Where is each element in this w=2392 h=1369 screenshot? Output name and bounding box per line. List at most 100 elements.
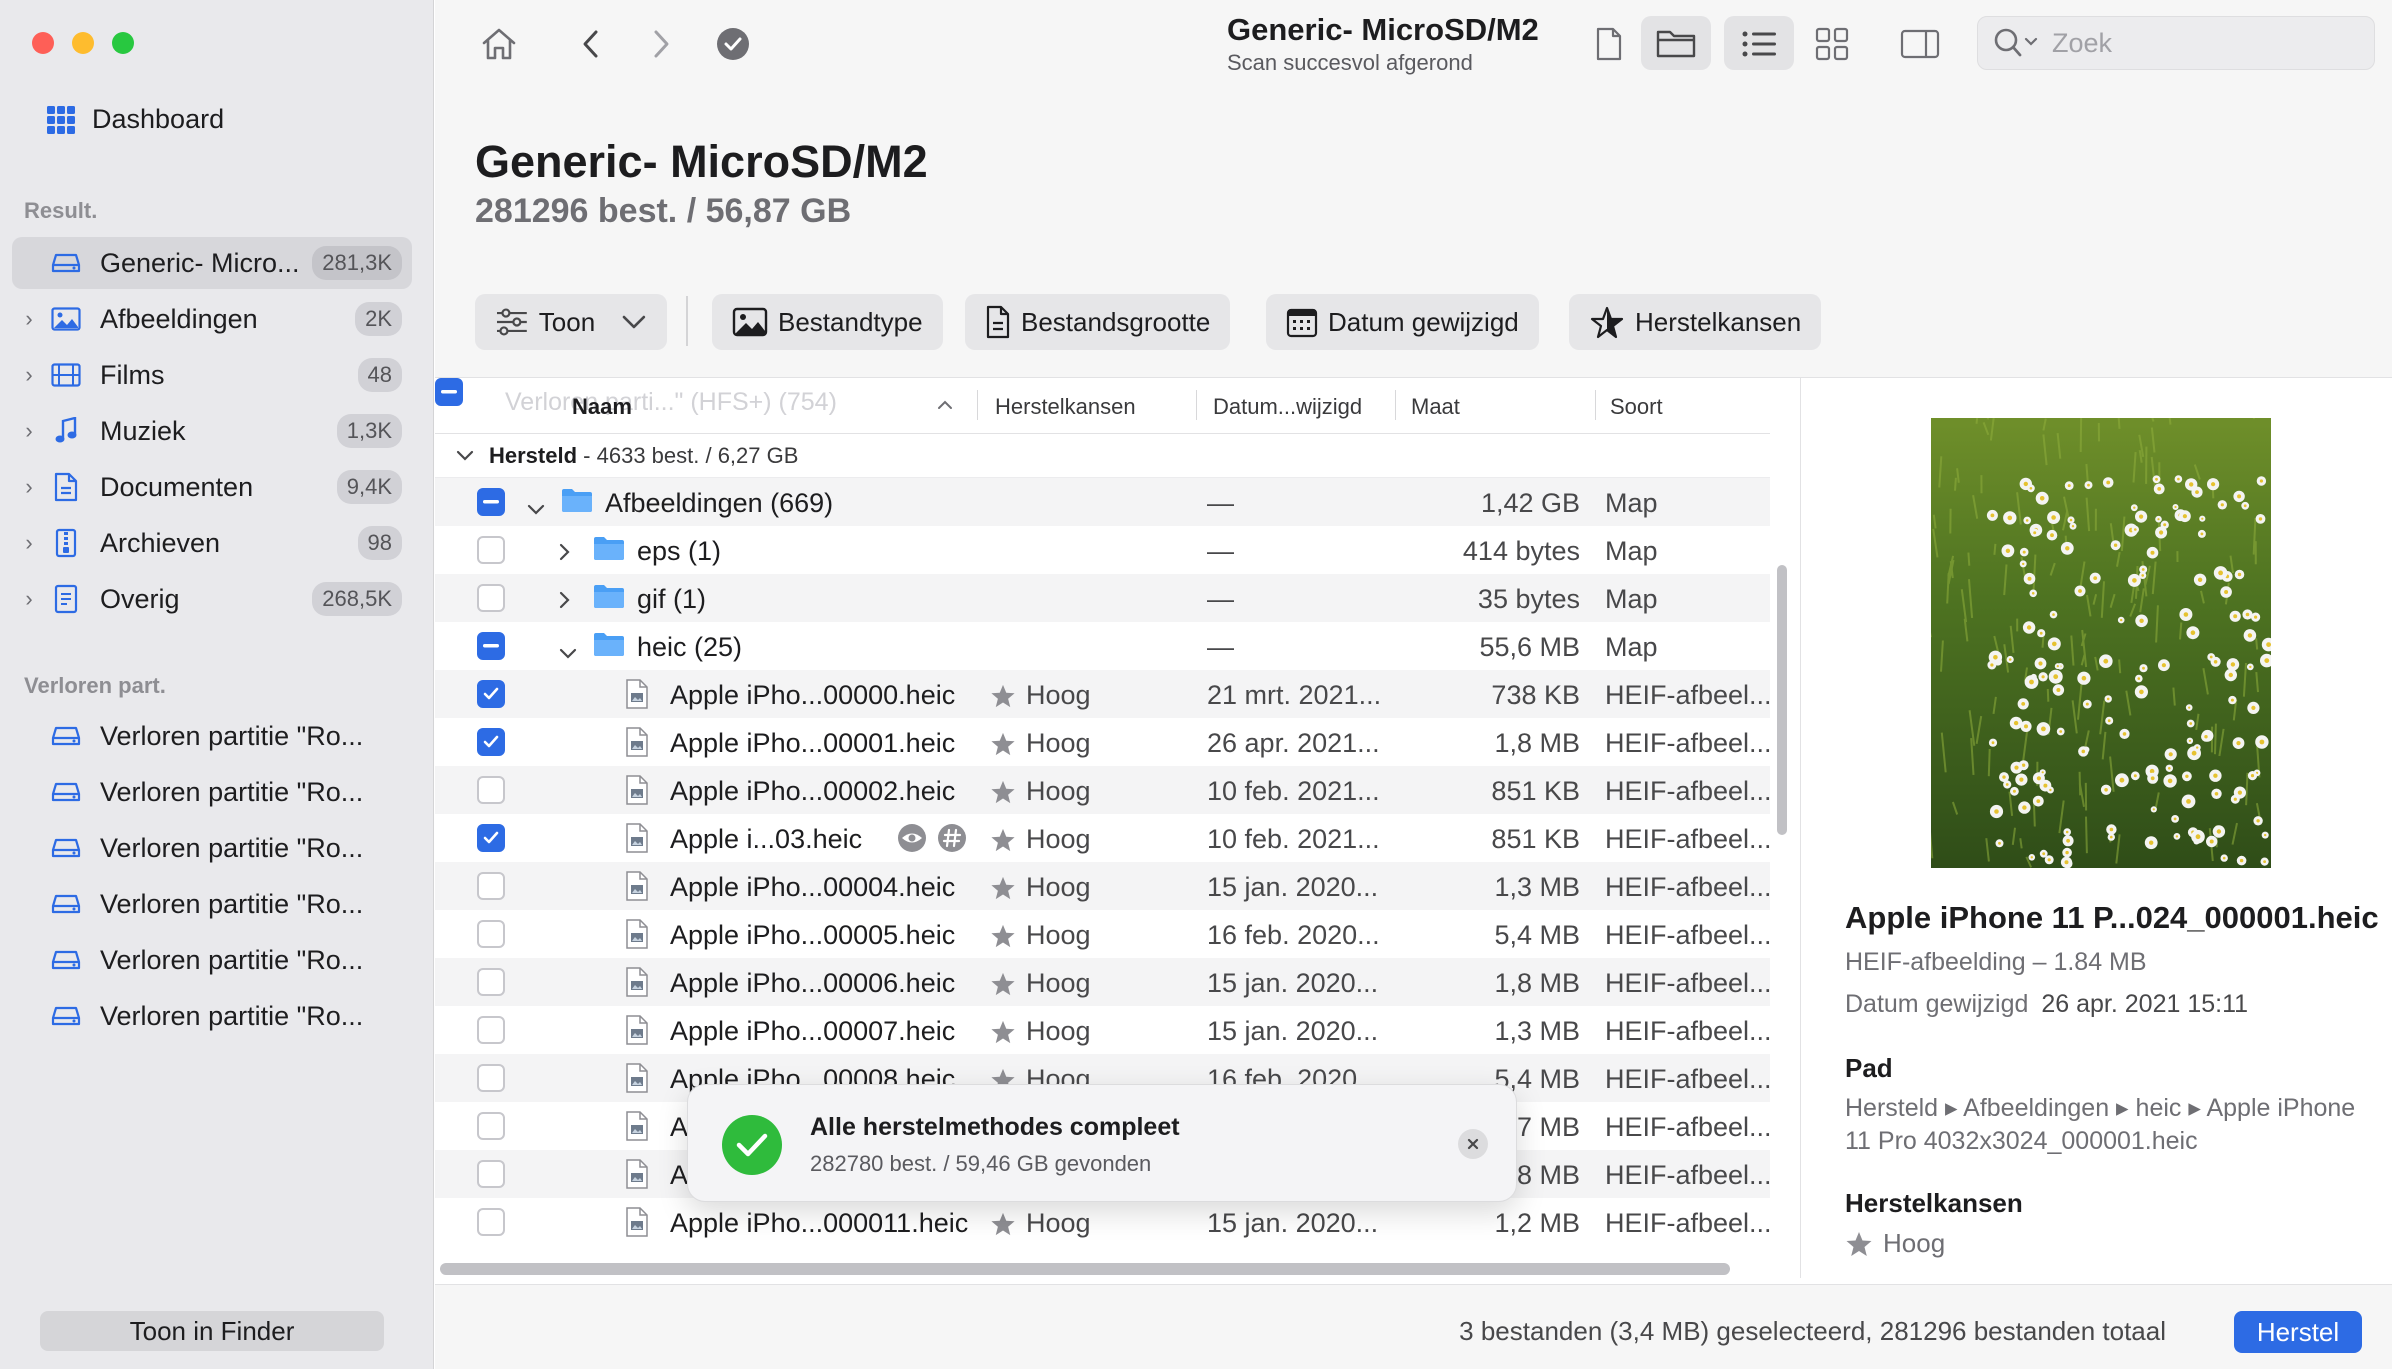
file-row[interactable]: Apple iPho...00006.heic Hoog 15 jan. 2020.… bbox=[435, 958, 1770, 1006]
list-view-button[interactable] bbox=[1724, 16, 1794, 70]
row-checkbox[interactable] bbox=[477, 968, 505, 996]
column-date[interactable]: Datum...wijzigd bbox=[1213, 394, 1362, 420]
sidebar-item-result[interactable]: › Documenten 9,4K bbox=[12, 461, 412, 513]
chevron-down-icon[interactable] bbox=[527, 496, 545, 522]
chevron-right-icon[interactable]: › bbox=[12, 362, 46, 388]
home-button[interactable] bbox=[477, 22, 521, 66]
forward-button[interactable] bbox=[641, 22, 681, 66]
chevron-down-icon[interactable] bbox=[455, 449, 475, 463]
show-filter-button[interactable]: Toon bbox=[475, 294, 667, 350]
sidebar-item-result[interactable]: › Films 48 bbox=[12, 349, 412, 401]
sidebar-item-lost-partition[interactable]: Verloren partitie "Ro... bbox=[12, 822, 412, 874]
date-filter-button[interactable]: Datum gewijzigd bbox=[1266, 294, 1539, 350]
toggle-preview-button[interactable] bbox=[1895, 22, 1945, 66]
column-divider[interactable] bbox=[1395, 390, 1396, 420]
row-checkbox[interactable] bbox=[477, 1016, 505, 1044]
row-checkbox[interactable] bbox=[477, 632, 505, 660]
search-placeholder: Zoek bbox=[2052, 27, 2113, 58]
zoom-window-button[interactable] bbox=[112, 32, 134, 54]
hashtag-icon[interactable] bbox=[937, 823, 967, 853]
row-date: 15 jan. 2020... bbox=[1207, 1208, 1379, 1238]
column-divider[interactable] bbox=[1595, 390, 1596, 420]
file-row[interactable]: Apple iPho...00001.heic Hoog 26 apr. 2021.… bbox=[435, 718, 1770, 766]
row-checkbox[interactable] bbox=[477, 1160, 505, 1188]
horizontal-scrollbar[interactable] bbox=[440, 1263, 1730, 1275]
file-view-button[interactable] bbox=[1585, 22, 1633, 66]
vertical-scrollbar[interactable] bbox=[1777, 565, 1787, 835]
row-checkbox[interactable] bbox=[477, 824, 505, 852]
heic-file-icon bbox=[625, 967, 649, 1004]
folder-row[interactable]: gif (1) — 35 bytes Map bbox=[435, 574, 1770, 622]
row-date: 21 mrt. 2021... bbox=[1207, 680, 1382, 710]
row-checkbox[interactable] bbox=[477, 1208, 505, 1236]
filesize-filter-button[interactable]: Bestandsgrootte bbox=[965, 294, 1231, 350]
notification-close-button[interactable] bbox=[1458, 1129, 1488, 1159]
row-checkbox[interactable] bbox=[477, 1064, 505, 1092]
chevron-right-icon[interactable] bbox=[559, 589, 571, 615]
sidebar-item-result[interactable]: › Muziek 1,3K bbox=[12, 405, 412, 457]
row-chances: Hoog bbox=[990, 1208, 1091, 1239]
sidebar-item-result[interactable]: › Archieven 98 bbox=[12, 517, 412, 569]
group-row-hersteld[interactable]: Hersteld - 4633 best. / 6,27 GB bbox=[435, 434, 1770, 478]
row-checkbox[interactable] bbox=[477, 728, 505, 756]
chevron-right-icon[interactable]: › bbox=[12, 306, 46, 332]
column-size[interactable]: Maat bbox=[1411, 394, 1460, 420]
show-filter-label: Toon bbox=[538, 306, 596, 337]
filetype-filter-button[interactable]: Bestandtype bbox=[712, 294, 943, 350]
row-checkbox[interactable] bbox=[477, 584, 505, 612]
row-chances-text: Hoog bbox=[1026, 1208, 1091, 1238]
file-row[interactable]: Apple iPho...00007.heic Hoog 15 jan. 2020.… bbox=[435, 1006, 1770, 1054]
sidebar-item-result[interactable]: › Afbeeldingen 2K bbox=[12, 293, 412, 345]
sidebar-item-lost-partition[interactable]: Verloren partitie "Ro... bbox=[12, 934, 412, 986]
row-checkbox[interactable] bbox=[477, 872, 505, 900]
completion-notification: Alle herstelmethodes compleet 282780 bes… bbox=[687, 1084, 1517, 1202]
recovery-chances-filter-button[interactable]: Herstelkansen bbox=[1569, 294, 1822, 350]
row-checkbox[interactable] bbox=[477, 680, 505, 708]
back-button[interactable] bbox=[571, 22, 611, 66]
row-checkbox[interactable] bbox=[477, 488, 505, 516]
column-divider[interactable] bbox=[977, 390, 978, 420]
column-name[interactable]: Naam bbox=[572, 394, 632, 420]
column-chances[interactable]: Herstelkansen bbox=[995, 394, 1136, 420]
file-row[interactable]: Apple iPho...00005.heic Hoog 16 feb. 2020.… bbox=[435, 910, 1770, 958]
folder-row[interactable]: eps (1) — 414 bytes Map bbox=[435, 526, 1770, 574]
sidebar-item-lost-partition[interactable]: Verloren partitie "Ro... bbox=[12, 710, 412, 762]
show-in-finder-button[interactable]: Toon in Finder bbox=[40, 1311, 384, 1351]
eye-icon[interactable] bbox=[897, 823, 927, 853]
search-field[interactable]: Zoek bbox=[1977, 16, 2375, 70]
sidebar-item-lost-partition[interactable]: Verloren partitie "Ro... bbox=[12, 766, 412, 818]
grid-view-button[interactable] bbox=[1807, 22, 1857, 66]
chevron-right-icon[interactable]: › bbox=[12, 474, 46, 500]
row-checkbox[interactable] bbox=[477, 920, 505, 948]
file-row[interactable]: Apple i...03.heic Hoog 10 feb. 2021... 851 … bbox=[435, 814, 1770, 862]
folder-view-button[interactable] bbox=[1641, 16, 1711, 70]
recover-button[interactable]: Herstel bbox=[2234, 1311, 2362, 1353]
folder-row[interactable]: Afbeeldingen (669) — 1,42 GB Map bbox=[435, 478, 1770, 526]
row-checkbox[interactable] bbox=[477, 536, 505, 564]
sidebar-item-dashboard[interactable]: Dashboard bbox=[46, 104, 224, 135]
minimize-window-button[interactable] bbox=[72, 32, 94, 54]
chevron-right-icon[interactable] bbox=[559, 541, 571, 567]
file-row[interactable]: Apple iPho...000011.heic Hoog 15 jan. 2020… bbox=[435, 1198, 1770, 1246]
chevron-right-icon[interactable]: › bbox=[12, 586, 46, 612]
sidebar-item-result[interactable]: Generic- Micro... 281,3K bbox=[12, 237, 412, 289]
row-kind: HEIF-afbeel... bbox=[1605, 1064, 1770, 1094]
file-row[interactable]: Apple iPho...00004.heic Hoog 15 jan. 2020.… bbox=[435, 862, 1770, 910]
row-checkbox[interactable] bbox=[477, 1112, 505, 1140]
sort-ascending-icon[interactable] bbox=[937, 400, 953, 410]
close-window-button[interactable] bbox=[32, 32, 54, 54]
file-row[interactable]: Apple iPho...00002.heic Hoog 10 feb. 2021.… bbox=[435, 766, 1770, 814]
chevron-down-icon[interactable] bbox=[559, 640, 577, 666]
file-row[interactable]: Apple iPho...00000.heic Hoog 21 mrt. 2021.… bbox=[435, 670, 1770, 718]
column-divider[interactable] bbox=[1196, 390, 1197, 420]
chevron-right-icon[interactable]: › bbox=[12, 530, 46, 556]
select-all-checkbox[interactable] bbox=[435, 378, 463, 406]
sidebar-item-result[interactable]: › Overig 268,5K bbox=[12, 573, 412, 625]
folder-row[interactable]: heic (25) — 55,6 MB Map bbox=[435, 622, 1770, 670]
sidebar-item-lost-partition[interactable]: Verloren partitie "Ro... bbox=[12, 878, 412, 930]
row-checkbox[interactable] bbox=[477, 776, 505, 804]
row-name: Apple iPho...00007.heic bbox=[670, 1016, 956, 1046]
column-kind[interactable]: Soort bbox=[1610, 394, 1663, 420]
sidebar-item-lost-partition[interactable]: Verloren partitie "Ro... bbox=[12, 990, 412, 1042]
chevron-right-icon[interactable]: › bbox=[12, 418, 46, 444]
